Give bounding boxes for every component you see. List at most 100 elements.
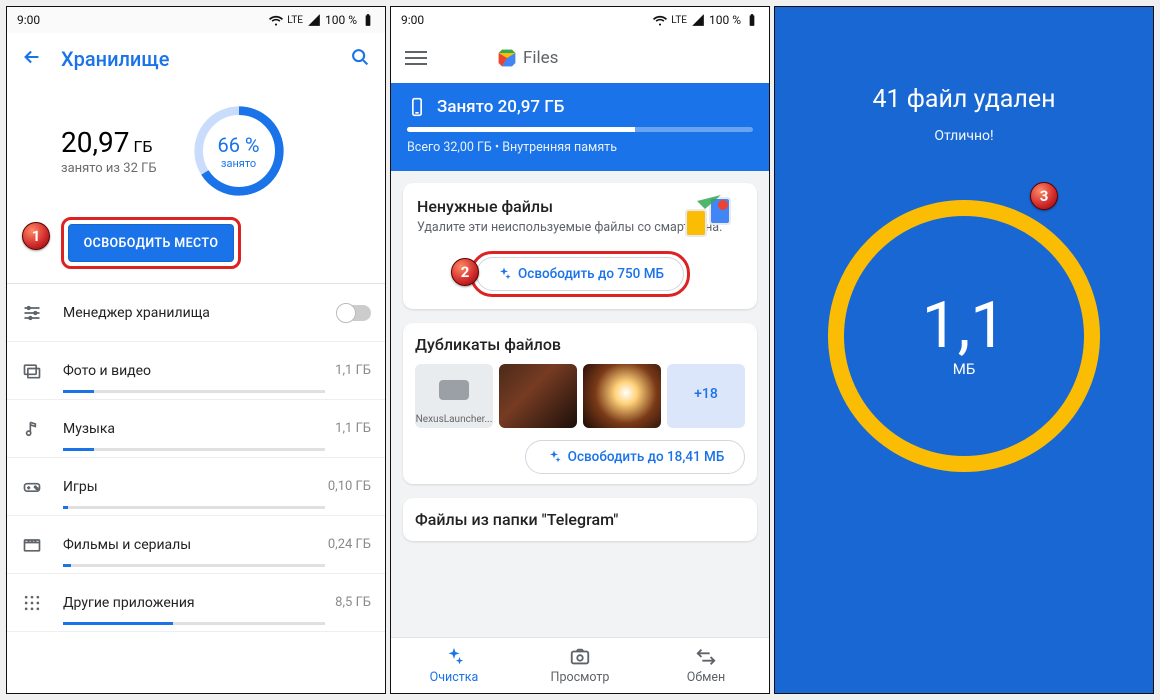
- row-photos[interactable]: Фото и видео 1,1 ГБ: [7, 342, 385, 400]
- back-arrow-icon[interactable]: [21, 46, 43, 73]
- storage-header: Хранилище: [7, 33, 385, 85]
- hero-progress: [407, 127, 753, 132]
- apps-icon: [21, 592, 43, 614]
- sparkle-icon: [496, 266, 512, 282]
- app-name: Files: [523, 48, 558, 68]
- files-content: Занято 20,97 ГБ Всего 32,00 ГБ • Внутрен…: [391, 83, 769, 637]
- music-icon: [21, 418, 43, 440]
- row-label: Игры: [63, 479, 308, 495]
- storage-used-sub: занято из 32 ГБ: [61, 161, 157, 176]
- card-telegram[interactable]: Файлы из папки "Telegram": [403, 498, 757, 541]
- status-bar: 9:00 LTE 100 %: [7, 7, 385, 33]
- nav-label: Очистка: [430, 670, 479, 685]
- row-bar: [63, 622, 325, 625]
- storage-used-value: 20,97: [61, 126, 129, 159]
- free-duplicates-button[interactable]: Освободить до 18,41 МБ: [525, 440, 745, 474]
- status-bar: 9:00 LTE 100 %: [391, 7, 769, 33]
- status-right: LTE 100 %: [653, 13, 759, 27]
- step-badge-1: 1: [22, 222, 50, 250]
- free-space-button[interactable]: ОСВОБОДИТЬ МЕСТО: [68, 224, 234, 262]
- status-time: 9:00: [17, 13, 40, 27]
- row-storage-manager[interactable]: Менеджер хранилища: [7, 284, 385, 342]
- panel-storage-settings: 9:00 LTE 100 % Хранилище 20,97 ГБ занято…: [6, 6, 386, 694]
- dupe-thumbs: NexusLauncher... +18: [415, 364, 745, 428]
- nav-share[interactable]: Обмен: [643, 638, 769, 693]
- dupe-more[interactable]: +18: [667, 364, 745, 428]
- result-sub: Отлично!: [934, 128, 993, 144]
- sparkle-icon: [546, 449, 562, 465]
- wifi-icon: [653, 13, 667, 27]
- ring-percent: 66 %: [191, 133, 287, 157]
- result-amount: 1,1: [922, 294, 1007, 358]
- battery-icon: [361, 13, 375, 27]
- row-label: Фото и видео: [63, 363, 315, 379]
- row-games[interactable]: Игры 0,10 ГБ: [7, 458, 385, 516]
- step-badge-3: 3: [1030, 182, 1058, 210]
- dupe-thumb[interactable]: [583, 364, 661, 428]
- nav-label: Просмотр: [551, 670, 610, 685]
- status-battery: 100 %: [325, 13, 357, 27]
- search-icon[interactable]: [349, 46, 371, 73]
- row-value: 1,1 ГБ: [335, 421, 371, 436]
- files-app-bar: Files: [391, 33, 769, 83]
- thumb-label: NexusLauncher...: [416, 414, 493, 425]
- status-net: LTE: [287, 15, 303, 26]
- hero-used: Занято 20,97 ГБ: [437, 97, 564, 117]
- row-bar: [63, 448, 325, 451]
- row-label: Другие приложения: [63, 595, 315, 611]
- movies-icon: [21, 534, 43, 556]
- nav-clean[interactable]: Очистка: [391, 638, 517, 693]
- battery-icon: [745, 13, 759, 27]
- row-other-apps[interactable]: Другие приложения 8,5 ГБ: [7, 574, 385, 632]
- status-right: LTE 100 %: [269, 13, 375, 27]
- row-value: 1,1 ГБ: [335, 363, 371, 378]
- page-title: Хранилище: [61, 47, 331, 71]
- signal-icon: [307, 13, 321, 27]
- nav-browse[interactable]: Просмотр: [517, 638, 643, 693]
- card-duplicates: Дубликаты файлов NexusLauncher... +18 Ос…: [403, 323, 757, 484]
- panel-deleted-result: 41 файл удален Отлично! 1,1 МБ 3: [774, 6, 1154, 694]
- dupe-thumb[interactable]: NexusLauncher...: [415, 364, 493, 428]
- files-logo: Files: [497, 48, 558, 68]
- storage-manager-toggle[interactable]: [337, 305, 371, 321]
- hero-sub: Всего 32,00 ГБ • Внутренняя память: [407, 140, 753, 155]
- dupe-thumb[interactable]: [499, 364, 577, 428]
- nav-label: Обмен: [687, 670, 726, 685]
- row-value: 0,24 ГБ: [328, 537, 371, 552]
- row-value: 0,10 ГБ: [328, 479, 371, 494]
- row-bar: [63, 506, 325, 509]
- row-music[interactable]: Музыка 1,1 ГБ: [7, 400, 385, 458]
- row-label: Музыка: [63, 421, 315, 437]
- hamburger-icon[interactable]: [405, 51, 427, 65]
- result-ring: 1,1 МБ 3: [814, 186, 1114, 486]
- status-net: LTE: [671, 15, 687, 26]
- result-title: 41 файл удален: [872, 85, 1055, 114]
- storage-ring: 66 % занято: [191, 103, 287, 199]
- row-label: Фильмы и сериалы: [63, 537, 308, 553]
- row-movies[interactable]: Фильмы и сериалы 0,24 ГБ: [7, 516, 385, 574]
- files-logo-icon: [497, 48, 517, 68]
- wifi-icon: [269, 13, 283, 27]
- ring-sublabel: занято: [191, 157, 287, 170]
- status-battery: 100 %: [709, 13, 741, 27]
- card-junk-files: Ненужные файлы Удалите эти неиспользуемы…: [403, 183, 757, 309]
- tune-icon: [21, 302, 43, 324]
- panel-files-app: 9:00 LTE 100 % Files Занято 20,97 ГБ: [390, 6, 770, 694]
- free-up-highlight: Освободить до 750 МБ 2: [470, 251, 690, 297]
- status-time: 9:00: [401, 13, 424, 27]
- row-bar: [63, 390, 325, 393]
- free-up-label: Освободить до 750 МБ: [518, 266, 664, 282]
- sparkle-icon: [443, 646, 465, 668]
- row-bar: [63, 564, 325, 567]
- result-unit: МБ: [953, 360, 976, 378]
- storage-used-nums: 20,97 ГБ занято из 32 ГБ: [61, 126, 157, 176]
- signal-icon: [691, 13, 705, 27]
- free-up-button[interactable]: Освободить до 750 МБ: [476, 257, 684, 291]
- files-hero: Занято 20,97 ГБ Всего 32,00 ГБ • Внутрен…: [391, 83, 769, 171]
- junk-illustration-icon: [681, 195, 739, 241]
- folder-icon: [569, 646, 591, 668]
- storage-used-unit: ГБ: [133, 137, 152, 156]
- step-badge-2: 2: [451, 258, 479, 286]
- swap-icon: [695, 646, 717, 668]
- gamepad-icon: [21, 476, 43, 498]
